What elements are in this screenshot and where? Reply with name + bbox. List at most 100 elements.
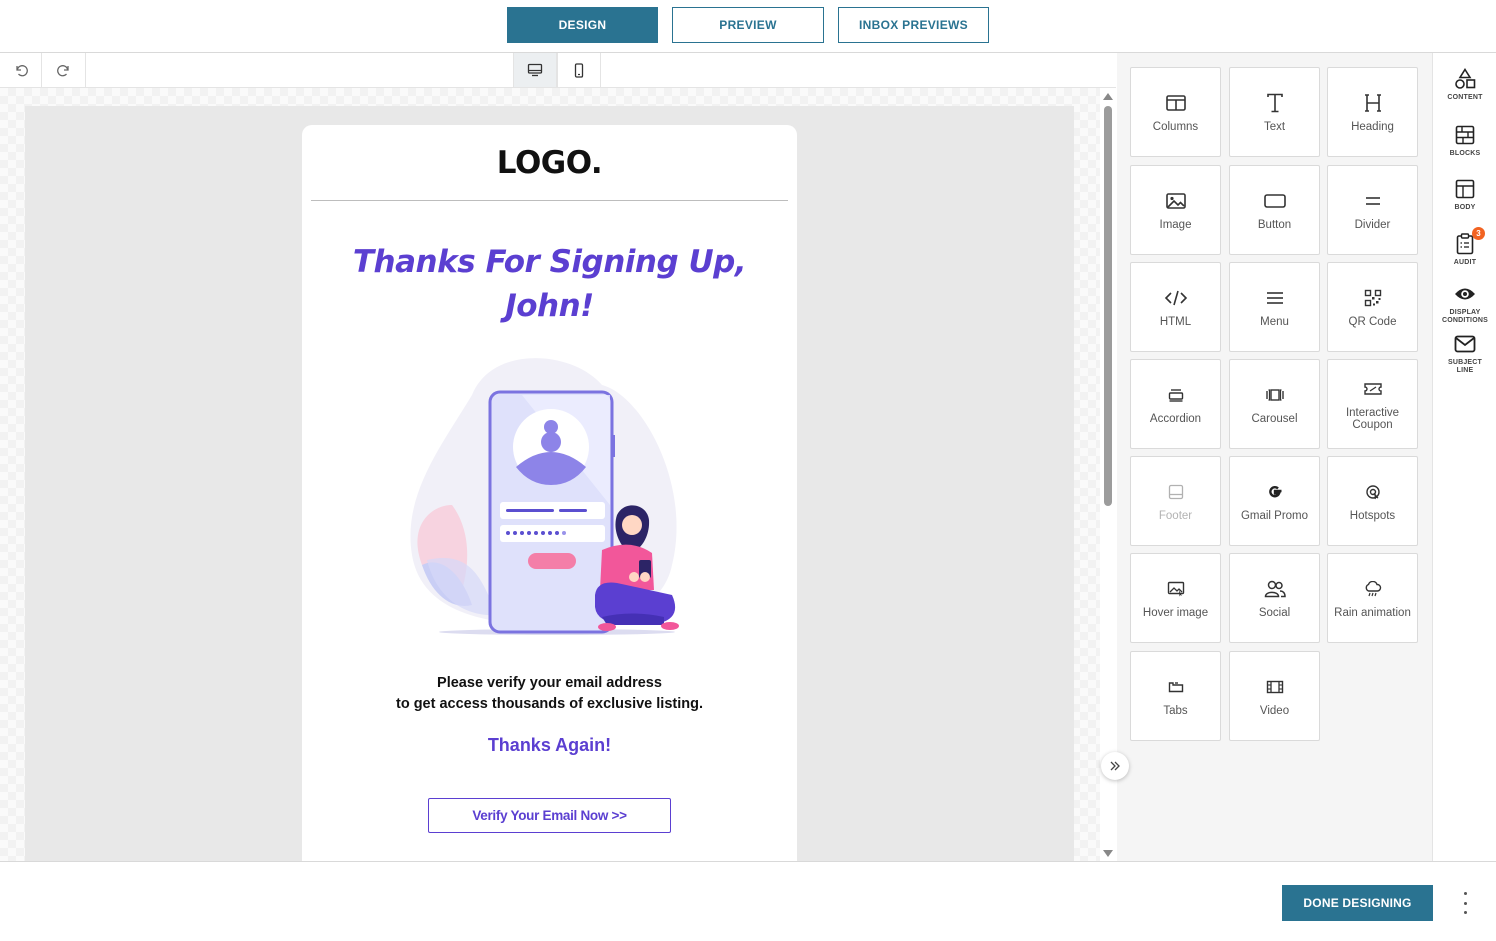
eye-icon [1455, 288, 1475, 300]
tab-preview[interactable]: PREVIEW [672, 7, 824, 43]
audit-badge: 3 [1472, 227, 1485, 240]
tool-columns[interactable]: Columns [1130, 67, 1221, 157]
rail-blocks[interactable]: BLOCKS [1433, 123, 1496, 158]
tool-menu[interactable]: Menu [1229, 262, 1320, 352]
tool-gmail-promo[interactable]: Gmail Promo [1229, 456, 1320, 546]
tool-label: Video [1259, 705, 1290, 717]
tool-accordion[interactable]: Accordion [1130, 359, 1221, 449]
rain-icon [1365, 581, 1381, 597]
email-body-line-1: Please verify your email address [437, 675, 662, 691]
signup-illustration[interactable] [402, 355, 702, 640]
more-options-icon[interactable] [1457, 892, 1473, 914]
tool-label: Hotspots [1349, 510, 1396, 522]
accordion-icon [1168, 389, 1183, 402]
rail-label: CONTENT [1447, 94, 1483, 101]
tool-heading[interactable]: Heading [1327, 67, 1418, 157]
tool-label: Interactive Coupon [1345, 407, 1400, 431]
tool-image[interactable]: Image [1130, 165, 1221, 255]
menu-icon [1266, 292, 1283, 304]
email-canvas: LOGO. Thanks For Signing Up, John! Pleas… [0, 88, 1100, 861]
tool-label: Columns [1152, 121, 1199, 133]
tool-button[interactable]: Button [1229, 165, 1320, 255]
email-divider[interactable] [311, 200, 788, 201]
collapse-panel-button[interactable] [1101, 752, 1129, 780]
rail-label: AUDIT [1453, 259, 1477, 266]
tabs-icon [1168, 682, 1183, 693]
done-designing-button[interactable]: DONE DESIGNING [1282, 885, 1433, 921]
body-layout-icon [1455, 179, 1475, 199]
blocks-icon [1455, 125, 1475, 145]
tool-rain-animation[interactable]: Rain animation [1327, 553, 1418, 643]
tool-html[interactable]: HTML [1130, 262, 1221, 352]
footer-bar: DONE DESIGNING [0, 861, 1496, 941]
shapes-icon [1455, 68, 1476, 89]
tool-label: QR Code [1348, 316, 1397, 328]
verify-email-button[interactable]: Verify Your Email Now >> [428, 798, 671, 833]
email-logo[interactable]: LOGO. [302, 145, 797, 181]
rail-body[interactable]: BODY [1433, 177, 1496, 212]
rail-label: DISPLAY CONDITIONS [1442, 309, 1488, 324]
email-container[interactable]: LOGO. Thanks For Signing Up, John! Pleas… [302, 125, 797, 861]
carousel-icon [1265, 389, 1284, 401]
canvas-scrollbar[interactable] [1100, 88, 1116, 861]
email-body-text[interactable]: Please verify your email address to get … [302, 673, 797, 715]
tool-hotspots[interactable]: Hotspots [1327, 456, 1418, 546]
footer-icon [1168, 484, 1183, 500]
tool-label: Image [1159, 219, 1192, 231]
tool-social[interactable]: Social [1229, 553, 1320, 643]
undo-icon [15, 65, 28, 77]
tool-carousel[interactable]: Carousel [1229, 359, 1320, 449]
tool-video[interactable]: Video [1229, 651, 1320, 741]
rail-audit[interactable]: 3 AUDIT [1433, 227, 1496, 267]
envelope-icon [1454, 335, 1476, 353]
tool-label: Rain animation [1334, 607, 1411, 619]
desktop-icon [527, 63, 543, 77]
scroll-thumb[interactable] [1104, 106, 1112, 506]
email-heading-line-2: John! [505, 288, 594, 324]
social-icon [1264, 580, 1286, 598]
undo-button[interactable] [0, 53, 42, 87]
email-body-line-2: to get access thousands of exclusive lis… [395, 696, 703, 712]
double-chevron-right-icon [1110, 761, 1120, 771]
email-thanks-text[interactable]: Thanks Again! [302, 735, 797, 756]
tool-tabs[interactable]: Tabs [1130, 651, 1221, 741]
tool-label: Hover image [1142, 607, 1209, 619]
scroll-up-arrow[interactable] [1103, 93, 1113, 100]
rail-label: SUBJECT LINE [1447, 359, 1483, 374]
tool-label: Menu [1260, 316, 1289, 328]
rail-subject-line[interactable]: SUBJECT LINE [1433, 332, 1496, 375]
tab-design[interactable]: DESIGN [507, 7, 658, 43]
tool-label: Button [1257, 219, 1292, 231]
redo-icon [56, 65, 69, 77]
mobile-icon [574, 62, 584, 78]
redo-button[interactable] [42, 53, 86, 87]
tool-divider[interactable]: Divider [1327, 165, 1418, 255]
tool-interactive-coupon[interactable]: Interactive Coupon [1327, 359, 1418, 449]
right-rail: CONTENT BLOCKS BODY 3 AUDIT DISPLAY COND… [1432, 53, 1496, 861]
scroll-down-arrow[interactable] [1103, 850, 1113, 857]
hotspot-icon [1365, 485, 1380, 500]
top-bar: DESIGN PREVIEW INBOX PREVIEWS [0, 0, 1496, 53]
tool-footer[interactable]: Footer [1130, 456, 1221, 546]
tool-label: Footer [1158, 510, 1193, 522]
audit-clipboard-icon [1456, 233, 1474, 255]
tool-label: Divider [1354, 219, 1391, 231]
editor-area: LOGO. Thanks For Signing Up, John! Pleas… [0, 53, 1116, 861]
rail-display-conditions[interactable]: DISPLAY CONDITIONS [1433, 282, 1496, 325]
tool-label: Tabs [1163, 705, 1188, 717]
desktop-view-button[interactable] [513, 53, 557, 87]
tool-label: Accordion [1149, 413, 1202, 425]
coupon-icon [1363, 383, 1382, 395]
tool-label: HTML [1159, 316, 1192, 328]
tool-hover-image[interactable]: Hover image [1130, 553, 1221, 643]
tab-inbox-previews[interactable]: INBOX PREVIEWS [838, 7, 989, 43]
email-heading[interactable]: Thanks For Signing Up, John! [322, 240, 777, 328]
tool-qr-code[interactable]: QR Code [1327, 262, 1418, 352]
mobile-view-button[interactable] [557, 53, 601, 87]
email-heading-line-1: Thanks For Signing Up, [352, 244, 747, 280]
columns-icon [1165, 95, 1186, 111]
rail-content[interactable]: CONTENT [1433, 67, 1496, 102]
tool-text[interactable]: Text [1229, 67, 1320, 157]
editor-toolbar [0, 53, 1116, 88]
tool-label: Gmail Promo [1240, 510, 1309, 522]
